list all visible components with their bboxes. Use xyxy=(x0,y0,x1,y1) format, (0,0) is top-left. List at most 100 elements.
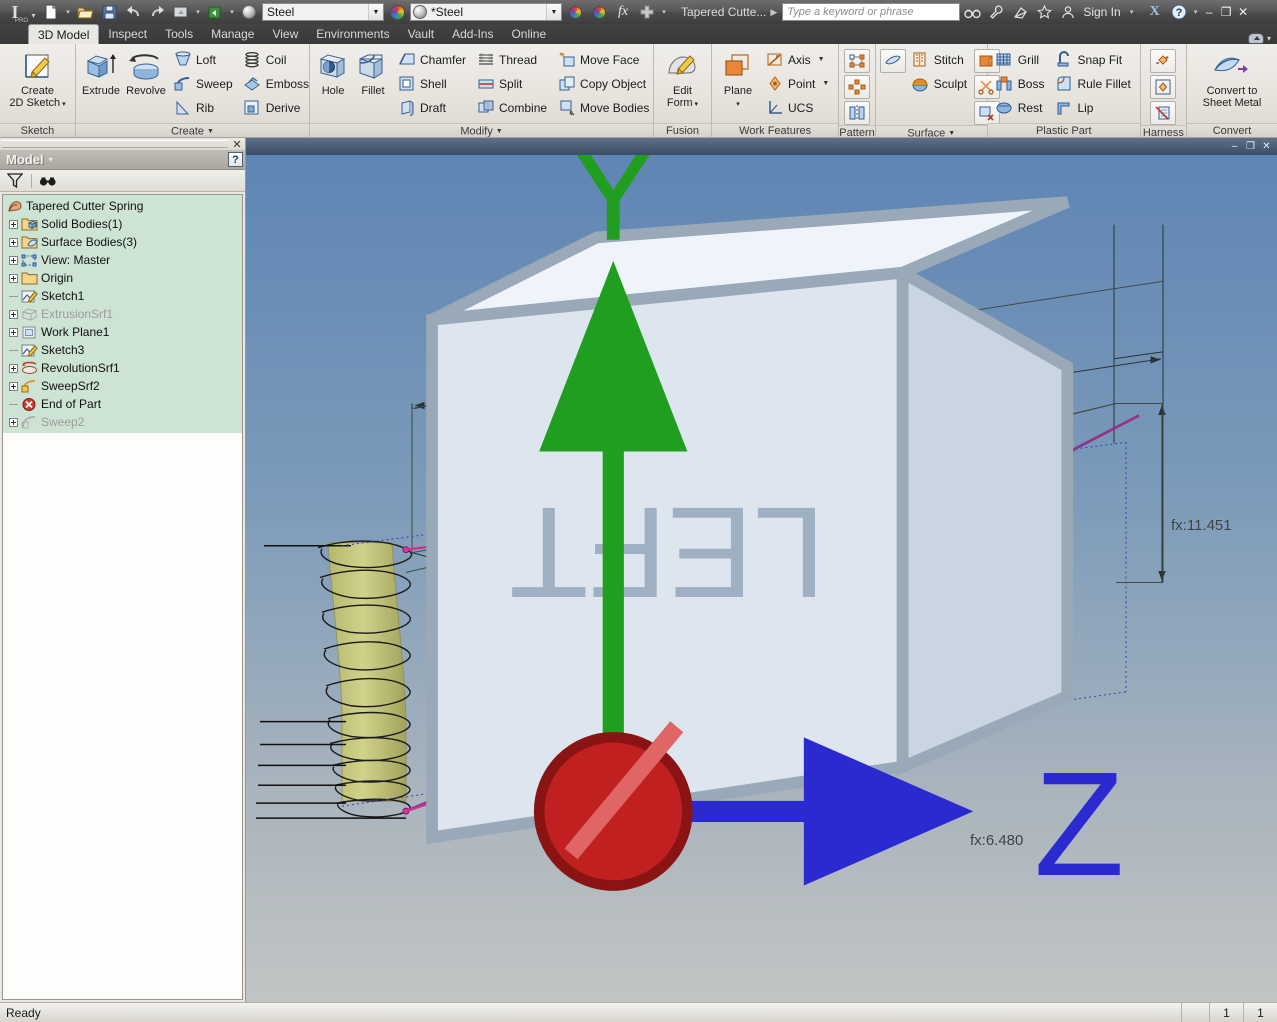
tree-node-sketch3[interactable]: Sketch3 xyxy=(3,341,242,359)
application-menu-caret-icon[interactable]: ▾ xyxy=(28,1,39,23)
chamfer-button[interactable]: Chamfer xyxy=(394,48,471,71)
qat-overflow-caret-icon[interactable]: ▾ xyxy=(659,8,669,16)
axis-caret-icon[interactable]: ▼ xyxy=(818,56,825,63)
tab-view[interactable]: View xyxy=(263,24,307,44)
expander-plus-icon[interactable] xyxy=(7,380,19,392)
viewport-restore-button[interactable]: ❐ xyxy=(1243,140,1258,153)
new-file-caret-icon[interactable]: ▾ xyxy=(63,8,73,16)
axis-triad[interactable]: Y Z xyxy=(246,155,1277,1002)
tab-manage[interactable]: Manage xyxy=(202,24,263,44)
return-button[interactable] xyxy=(203,1,227,23)
sign-in-label[interactable]: Sign In xyxy=(1083,5,1120,19)
thread-button[interactable]: Thread xyxy=(473,48,552,71)
move-bodies-button[interactable]: Move Bodies xyxy=(554,96,654,119)
material-combo-chevron-down-icon[interactable]: ▼ xyxy=(368,4,383,20)
point-caret-icon[interactable]: ▼ xyxy=(822,80,829,87)
expander-plus-icon[interactable] xyxy=(7,218,19,230)
sign-in-caret-icon[interactable]: ▾ xyxy=(1127,8,1137,16)
copy-object-button[interactable]: Copy Object xyxy=(554,72,654,95)
open-file-button[interactable] xyxy=(73,1,97,23)
tree-node-end-of-part[interactable]: End of Part xyxy=(3,395,242,413)
search-help-button[interactable] xyxy=(960,1,984,23)
revolve-button[interactable]: Revolve xyxy=(124,47,168,98)
coil-button[interactable]: Coil xyxy=(240,48,314,71)
expander-plus-icon[interactable] xyxy=(7,254,19,266)
search-input[interactable]: Type a keyword or phrase xyxy=(782,3,961,21)
tab-3d-model[interactable]: 3D Model xyxy=(28,24,100,44)
user-account-button[interactable] xyxy=(1056,1,1080,23)
tab-add-ins[interactable]: Add-Ins xyxy=(443,24,502,44)
stitch-button[interactable]: Stitch xyxy=(908,48,972,71)
create-panel-caret-icon[interactable]: ▼ xyxy=(207,128,214,135)
help-button[interactable]: ? xyxy=(1167,1,1191,23)
tree-node-surface-bodies[interactable]: Surface Bodies(3) xyxy=(3,233,242,251)
snap-fit-button[interactable]: Snap Fit xyxy=(1051,48,1135,71)
tree-node-tapered-cutter-spring[interactable]: Tapered Cutter Spring xyxy=(3,197,242,215)
appearance-combo-chevron-down-icon[interactable]: ▼ xyxy=(546,4,561,20)
shell-button[interactable]: Shell xyxy=(394,72,471,95)
expander-plus-icon[interactable] xyxy=(7,326,19,338)
delete-harness-button[interactable] xyxy=(1150,101,1177,125)
save-file-button[interactable] xyxy=(97,1,121,23)
rectangular-pattern-button[interactable] xyxy=(844,49,871,73)
help-caret-icon[interactable]: ▾ xyxy=(1191,8,1201,16)
loft-button[interactable]: Loft xyxy=(170,48,238,71)
hole-button[interactable]: Hole xyxy=(314,47,352,98)
tree-node-view-master[interactable]: View: Master xyxy=(3,251,242,269)
tree-node-origin[interactable]: Origin xyxy=(3,269,242,287)
appearance-sphere-button[interactable] xyxy=(237,1,261,23)
thicken-offset-button[interactable] xyxy=(879,49,906,73)
select-filter-button[interactable] xyxy=(169,1,193,23)
adjust-appearance-button[interactable] xyxy=(563,1,587,23)
window-minimize-button[interactable]: – xyxy=(1201,2,1218,22)
tree-node-sketch1[interactable]: Sketch1 xyxy=(3,287,242,305)
appearance-combo[interactable]: *Steel ▼ xyxy=(410,3,562,21)
create-2d-sketch-caret-icon[interactable]: ▾ xyxy=(60,101,66,108)
point-button[interactable]: Point ▼ xyxy=(762,72,834,95)
3d-viewport[interactable]: fx:10.179 fx:11.451 fx:1.080 fx:1.380 fx… xyxy=(246,155,1277,1002)
clear-appearance-button[interactable] xyxy=(587,1,611,23)
customize-button[interactable] xyxy=(984,1,1008,23)
split-button[interactable]: Split xyxy=(473,72,552,95)
tree-node-extrusionsrf1[interactable]: ExtrusionSrf1 xyxy=(3,305,242,323)
new-file-button[interactable] xyxy=(39,1,63,23)
convert-to-sheet-metal-button[interactable]: Convert to Sheet Metal xyxy=(1191,47,1273,110)
expander-plus-icon[interactable] xyxy=(7,362,19,374)
window-close-button[interactable]: ✕ xyxy=(1235,2,1252,22)
tab-tools[interactable]: Tools xyxy=(156,24,202,44)
move-face-button[interactable]: Move Face xyxy=(554,48,654,71)
fillet-button[interactable]: Fillet xyxy=(354,47,392,98)
surface-panel-caret-icon[interactable]: ▼ xyxy=(948,130,955,137)
draft-button[interactable]: Draft xyxy=(394,96,471,119)
document-next-icon[interactable]: ▶ xyxy=(770,7,777,18)
redo-button[interactable] xyxy=(145,1,169,23)
axis-button[interactable]: Axis ▼ xyxy=(762,48,834,71)
tree-node-revolutionsrf1[interactable]: RevolutionSrf1 xyxy=(3,359,242,377)
cloud-collapse-icon[interactable] xyxy=(1247,33,1264,44)
expander-plus-icon[interactable] xyxy=(7,236,19,248)
broadcast-button[interactable] xyxy=(1008,1,1032,23)
expander-plus-icon[interactable] xyxy=(7,308,19,320)
material-combo[interactable]: Steel ▼ xyxy=(262,3,384,21)
plane-caret-icon[interactable]: ▾ xyxy=(736,101,740,108)
modify-panel-caret-icon[interactable]: ▼ xyxy=(496,128,503,135)
select-filter-caret-icon[interactable]: ▾ xyxy=(193,8,203,16)
create-2d-sketch-button[interactable]: Create 2D Sketch ▾ xyxy=(4,47,71,112)
find-button[interactable] xyxy=(38,172,58,190)
material-browser-button[interactable] xyxy=(385,1,409,23)
lip-button[interactable]: Lip xyxy=(1051,96,1135,119)
tree-node-solid-bodies[interactable]: Solid Bodies(1) xyxy=(3,215,242,233)
mirror-button[interactable] xyxy=(844,101,871,125)
autodesk-exchange-button[interactable]: X xyxy=(1143,1,1167,23)
browser-close-button[interactable]: ✕ xyxy=(231,138,243,151)
combine-button[interactable]: Combine xyxy=(473,96,552,119)
tab-environments[interactable]: Environments xyxy=(307,24,398,44)
customize-qat-button[interactable] xyxy=(635,1,659,23)
browser-help-button[interactable]: ? xyxy=(228,152,243,167)
filter-button[interactable] xyxy=(5,172,25,190)
boss-button[interactable]: Boss xyxy=(992,72,1050,95)
circular-pattern-button[interactable] xyxy=(844,75,871,99)
undo-button[interactable] xyxy=(121,1,145,23)
tab-inspect[interactable]: Inspect xyxy=(99,24,156,44)
window-restore-button[interactable]: ❐ xyxy=(1218,2,1235,22)
